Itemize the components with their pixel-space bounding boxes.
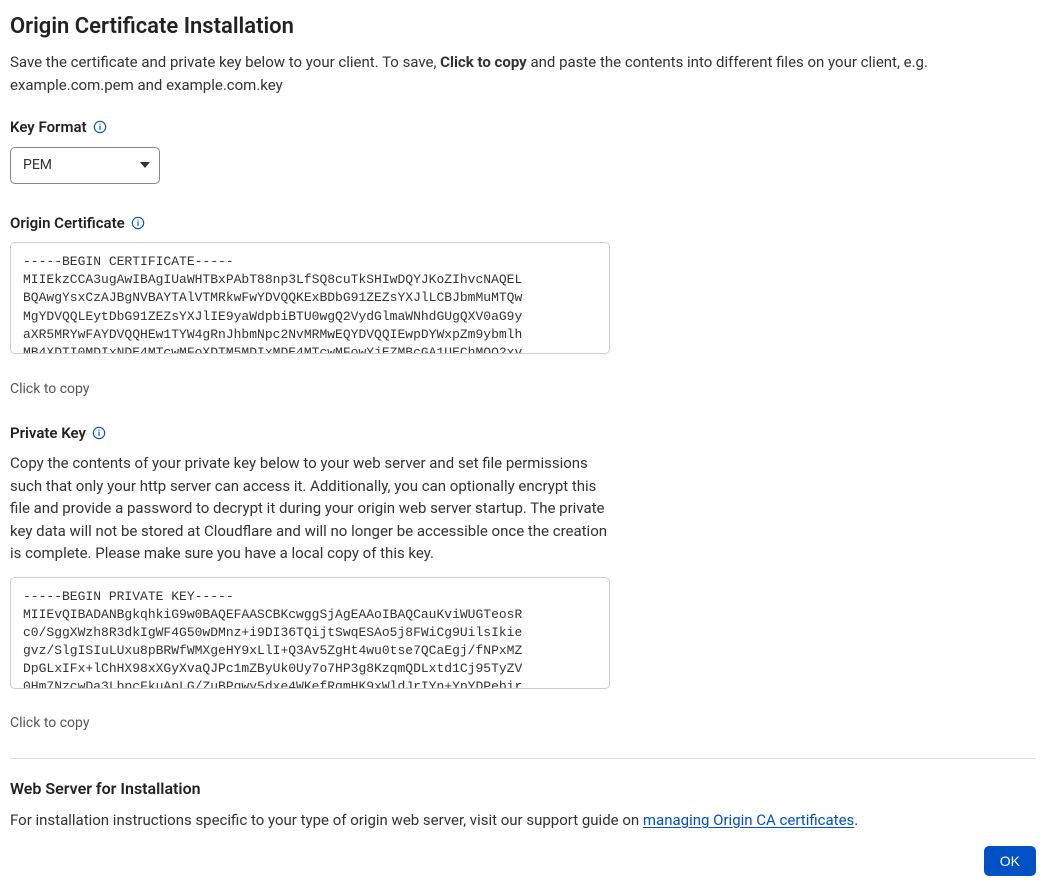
description-bold: Click to copy xyxy=(440,53,527,71)
origin-cert-copy-button[interactable]: Click to copy xyxy=(10,379,89,400)
origin-cert-label: Origin Certificate xyxy=(10,212,125,235)
origin-cert-label-row: Origin Certificate xyxy=(10,212,1036,235)
ok-button[interactable]: OK xyxy=(984,846,1036,876)
description-pre: Save the certificate and private key bel… xyxy=(10,53,440,71)
key-format-selected: PEM xyxy=(23,155,52,176)
key-format-label-row: Key Format xyxy=(10,116,1036,139)
origin-cert-textarea[interactable] xyxy=(10,242,610,354)
private-key-copy-button[interactable]: Click to copy xyxy=(10,713,89,734)
section-divider xyxy=(10,758,1036,759)
page-title: Origin Certificate Installation xyxy=(10,10,1036,43)
private-key-textarea[interactable] xyxy=(10,577,610,689)
web-server-title: Web Server for Installation xyxy=(10,777,1036,801)
info-icon[interactable] xyxy=(92,426,106,440)
web-server-text: For installation instructions specific t… xyxy=(10,809,1036,832)
key-format-select[interactable]: PEM xyxy=(10,147,160,184)
private-key-label: Private Key xyxy=(10,422,86,445)
managing-origin-ca-link[interactable]: managing Origin CA certificates xyxy=(643,811,854,829)
web-server-text-pre: For installation instructions specific t… xyxy=(10,811,643,829)
info-icon[interactable] xyxy=(131,216,145,230)
private-key-help-text: Copy the contents of your private key be… xyxy=(10,452,610,565)
page-description: Save the certificate and private key bel… xyxy=(10,51,1036,96)
web-server-text-post: . xyxy=(854,811,858,829)
private-key-label-row: Private Key xyxy=(10,422,1036,445)
info-icon[interactable] xyxy=(93,120,107,134)
key-format-label: Key Format xyxy=(10,116,87,139)
